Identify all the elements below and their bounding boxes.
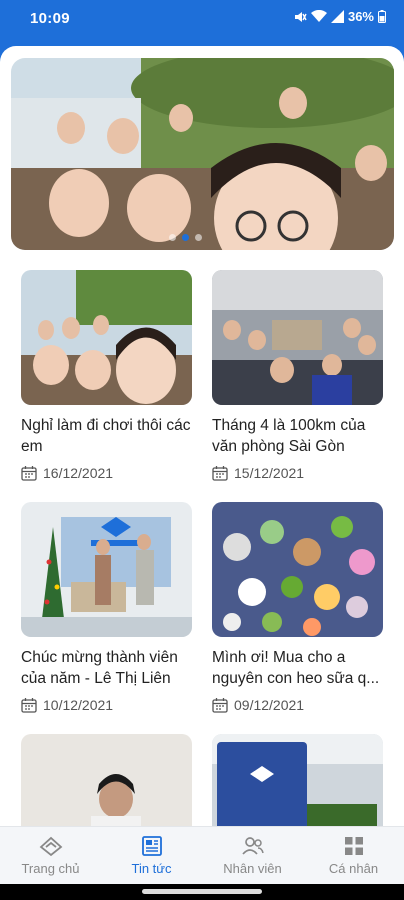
nav-news[interactable]: Tin tức bbox=[107, 835, 197, 876]
bottom-navigation: Trang chủ Tin tức Nhân viên Cá nhân bbox=[0, 826, 404, 884]
signal-icon bbox=[330, 10, 344, 23]
wifi-icon bbox=[310, 10, 327, 22]
news-card[interactable] bbox=[21, 734, 192, 826]
news-title[interactable]: Chúc mừng thành viên của năm - Lê Thị Li… bbox=[21, 647, 192, 689]
news-image bbox=[212, 502, 383, 637]
battery-icon bbox=[378, 10, 386, 23]
news-thumbnail[interactable] bbox=[21, 734, 192, 826]
status-time: 10:09 bbox=[30, 10, 70, 27]
news-title[interactable]: Tháng 4 là 100km của văn phòng Sài Gòn bbox=[212, 415, 383, 457]
nav-home-label: Trang chủ bbox=[21, 861, 80, 876]
news-date: 15/12/2021 bbox=[234, 465, 305, 481]
calendar-icon bbox=[212, 466, 228, 481]
news-image bbox=[21, 734, 192, 826]
news-thumbnail[interactable] bbox=[21, 270, 192, 405]
news-thumbnail[interactable] bbox=[21, 502, 192, 637]
banner-image bbox=[11, 58, 394, 250]
news-title[interactable]: Mình ơi! Mua cho a nguyên con heo sữa q.… bbox=[212, 647, 383, 689]
nav-home[interactable]: Trang chủ bbox=[6, 835, 96, 876]
news-date: 16/12/2021 bbox=[43, 465, 114, 481]
banner-carousel[interactable] bbox=[11, 58, 394, 250]
calendar-icon bbox=[21, 466, 37, 481]
news-date-row: 09/12/2021 bbox=[212, 697, 383, 713]
status-icons: 36% bbox=[293, 9, 386, 24]
status-bar: 10:09 36% bbox=[0, 0, 404, 38]
system-gesture-area bbox=[0, 884, 404, 900]
news-thumbnail[interactable] bbox=[212, 734, 383, 826]
calendar-icon bbox=[21, 698, 37, 713]
home-icon bbox=[39, 836, 62, 857]
nav-employees[interactable]: Nhân viên bbox=[208, 835, 298, 876]
news-card[interactable]: Nghỉ làm đi chơi thôi các em 16/12/2021 bbox=[21, 270, 192, 481]
grid-icon bbox=[344, 837, 363, 855]
calendar-icon bbox=[212, 698, 228, 713]
nav-profile[interactable]: Cá nhân bbox=[309, 835, 399, 876]
news-date: 10/12/2021 bbox=[43, 697, 114, 713]
news-thumbnail[interactable] bbox=[212, 502, 383, 637]
nav-news-label: Tin tức bbox=[131, 861, 172, 876]
nav-profile-label: Cá nhân bbox=[328, 861, 379, 876]
news-image bbox=[21, 502, 192, 637]
news-card[interactable]: Tháng 4 là 100km của văn phòng Sài Gòn 1… bbox=[212, 270, 383, 481]
news-image bbox=[212, 734, 383, 826]
battery-percent: 36% bbox=[347, 9, 374, 24]
mute-icon bbox=[294, 11, 307, 22]
carousel-dot-active[interactable] bbox=[182, 234, 189, 241]
news-image bbox=[21, 270, 192, 405]
news-date-row: 15/12/2021 bbox=[212, 465, 383, 481]
news-date-row: 10/12/2021 bbox=[21, 697, 192, 713]
news-title[interactable]: Nghỉ làm đi chơi thôi các em bbox=[21, 415, 192, 457]
news-date: 09/12/2021 bbox=[234, 697, 305, 713]
carousel-dot[interactable] bbox=[195, 234, 202, 241]
news-card[interactable]: Chúc mừng thành viên của năm - Lê Thị Li… bbox=[21, 502, 192, 713]
news-screen: Nghỉ làm đi chơi thôi các em 16/12/2021 bbox=[0, 46, 404, 826]
news-image bbox=[212, 270, 383, 405]
news-thumbnail[interactable] bbox=[212, 270, 383, 405]
news-card[interactable] bbox=[212, 734, 383, 826]
nav-employees-label: Nhân viên bbox=[223, 861, 282, 876]
news-icon bbox=[141, 836, 162, 856]
news-date-row: 16/12/2021 bbox=[21, 465, 192, 481]
people-icon bbox=[241, 837, 264, 855]
carousel-indicator bbox=[169, 234, 202, 241]
carousel-dot[interactable] bbox=[169, 234, 176, 241]
news-card[interactable]: Mình ơi! Mua cho a nguyên con heo sữa q.… bbox=[212, 502, 383, 713]
gesture-handle[interactable] bbox=[142, 889, 262, 894]
